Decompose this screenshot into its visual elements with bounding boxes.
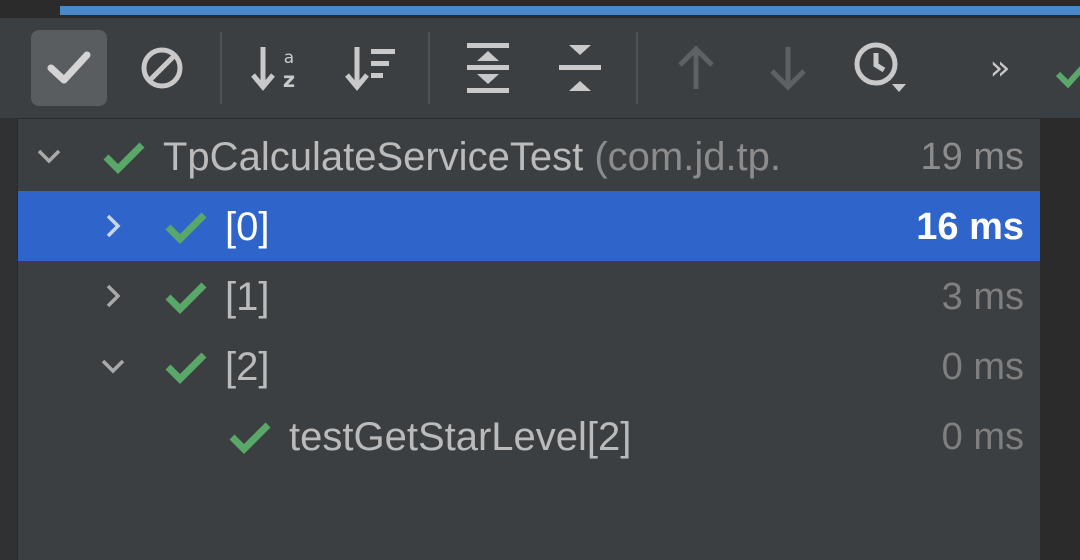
show-passed-button[interactable] [31, 30, 107, 106]
more-actions-button[interactable]: » [970, 30, 1030, 106]
sort-duration-icon [345, 47, 395, 91]
chevron-down-icon[interactable] [100, 353, 126, 379]
tree-row-duration: 19 ms [920, 136, 1024, 178]
expand-all-icon [467, 43, 509, 93]
test-history-button[interactable] [842, 30, 918, 106]
passed-check-icon [165, 212, 207, 244]
tree-row-duration: 16 ms [916, 206, 1024, 248]
toolbar-separator [428, 32, 430, 104]
test-progress-bar [60, 6, 1080, 15]
passed-check-icon [165, 282, 207, 314]
tree-row-label: TpCalculateServiceTest (com.jd.tp. [163, 135, 782, 179]
tree-row-label: [0] [225, 205, 270, 249]
tree-row-param-2[interactable]: [2] 0 ms [18, 331, 1040, 401]
tree-row-test-method[interactable]: testGetStarLevel[2] 0 ms [18, 401, 1040, 471]
test-runner-panel: a z » TpCalculateServiceTest (com.jd.tp.… [0, 0, 1080, 560]
tree-row-test-class[interactable]: TpCalculateServiceTest (com.jd.tp. 19 ms [18, 121, 1040, 191]
sort-alphabetically-button[interactable]: a z [240, 30, 316, 106]
collapse-all-button[interactable] [542, 30, 618, 106]
status-check-icon [1052, 54, 1080, 94]
previous-failed-button[interactable] [658, 30, 734, 106]
chevron-right-icon[interactable] [100, 283, 126, 309]
chevron-double-right-icon: » [989, 48, 1011, 88]
chevron-right-icon[interactable] [100, 213, 126, 239]
next-failed-button[interactable] [750, 30, 826, 106]
toolbar-separator [636, 32, 638, 104]
tree-row-label: [2] [225, 345, 270, 389]
arrow-down-icon [770, 47, 806, 91]
passed-check-icon [165, 352, 207, 384]
chevron-down-icon[interactable] [36, 143, 62, 169]
progress-strip [0, 0, 1080, 18]
svg-text:a: a [284, 48, 294, 68]
passed-check-icon [103, 142, 145, 174]
toolbar-separator [220, 32, 222, 104]
tree-row-param-0[interactable]: [0] 16 ms [18, 191, 1040, 261]
test-results-tree: TpCalculateServiceTest (com.jd.tp. 19 ms… [18, 118, 1040, 560]
tree-row-duration: 0 ms [941, 416, 1024, 458]
clock-icon [854, 42, 906, 92]
tree-row-duration: 0 ms [941, 346, 1024, 388]
arrow-up-icon [678, 45, 714, 89]
passed-check-icon [229, 422, 271, 454]
svg-text:z: z [283, 68, 295, 92]
show-ignored-button[interactable] [124, 30, 200, 106]
tree-row-label: testGetStarLevel[2] [289, 415, 632, 459]
tree-row-label: [1] [225, 275, 270, 319]
expand-all-button[interactable] [450, 30, 526, 106]
sort-by-duration-button[interactable] [334, 30, 410, 106]
test-toolbar: a z » [0, 18, 1080, 118]
sort-alpha-icon: a z [251, 47, 295, 92]
collapse-all-icon [559, 45, 601, 91]
tree-row-param-1[interactable]: [1] 3 ms [18, 261, 1040, 331]
tree-row-duration: 3 ms [941, 276, 1024, 318]
ignore-icon [141, 47, 183, 89]
right-scroll-gutter [1040, 118, 1080, 560]
check-icon [47, 51, 91, 84]
